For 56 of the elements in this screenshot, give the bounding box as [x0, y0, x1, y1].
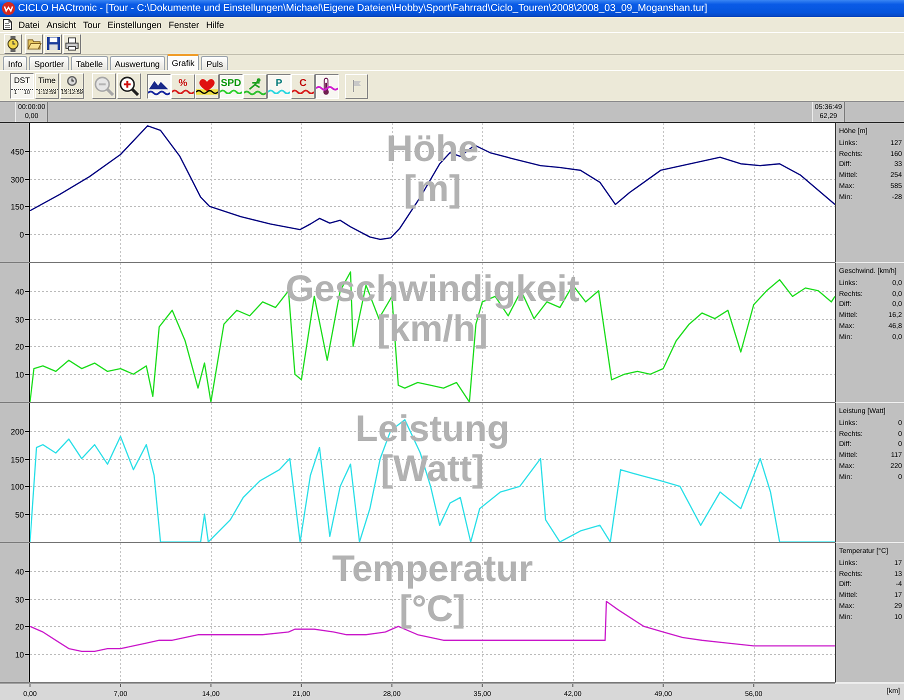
- y-tick-label: 50: [15, 510, 24, 520]
- menu-item[interactable]: Einstellungen: [104, 20, 166, 30]
- heart-icon: [196, 76, 218, 96]
- y-tick-label: 30: [15, 316, 24, 324]
- y-tick-label: 150: [10, 202, 24, 212]
- print-button[interactable]: [63, 34, 81, 54]
- thermometer-icon: [316, 76, 338, 96]
- y-tick-label: 40: [15, 288, 24, 296]
- zoom-in-icon: [119, 76, 139, 96]
- y-tick-label: 20: [15, 342, 24, 352]
- open-button[interactable]: [25, 34, 43, 54]
- tab[interactable]: Tabelle: [70, 56, 108, 70]
- menu-item[interactable]: Ansicht: [43, 20, 80, 30]
- y-tick-label: 10: [15, 370, 24, 380]
- chart-toggle-button[interactable]: [315, 74, 339, 98]
- wave-icon: [172, 89, 194, 94]
- document-icon: [3, 19, 12, 30]
- window-title: CICLO HACtronic - [Tour - C:\Dokumente und Einstellungen\Michael\Eigene Dateien\Hobby\Sport\Fahrrad\Ciclo_Touren\2008\2008_03_09_Moganshan.tur]: [18, 3, 708, 14]
- y-tick-label: 450: [10, 148, 24, 156]
- zoom-in-button[interactable]: [117, 73, 141, 99]
- y-tick-label: 150: [10, 456, 24, 464]
- chart-toggle-button[interactable]: %: [171, 74, 195, 98]
- y-tick-label: 200: [10, 428, 24, 436]
- menu-item[interactable]: Fenster: [165, 20, 203, 30]
- menu-item[interactable]: Tour: [80, 20, 104, 30]
- wave-icon: [292, 89, 314, 94]
- menu-item[interactable]: Hilfe: [202, 20, 228, 30]
- wave-icon: [220, 89, 242, 94]
- tab[interactable]: Puls: [201, 56, 228, 70]
- folder-icon: [26, 38, 42, 50]
- chart-toggle-button[interactable]: C: [291, 74, 315, 98]
- zoom-out-icon: [94, 76, 114, 96]
- printer-icon: [65, 36, 79, 50]
- menu-item[interactable]: Datei: [15, 20, 44, 30]
- tab[interactable]: Sportler: [29, 56, 69, 70]
- tab[interactable]: Auswertung: [110, 56, 165, 70]
- y-tick-label: 40: [15, 568, 24, 576]
- y-tick-label: 100: [10, 482, 24, 492]
- save-button[interactable]: [44, 34, 62, 54]
- chart-toggle-button[interactable]: P: [267, 74, 291, 98]
- chart-toggle-button[interactable]: [147, 74, 171, 98]
- chart-title: Temperatur [°C]: [332, 549, 533, 629]
- y-tick-label: 300: [10, 176, 24, 184]
- y-tick-label: 0: [20, 230, 24, 240]
- flag-icon: [352, 80, 362, 92]
- wave-icon: [268, 89, 290, 94]
- tab[interactable]: Info: [3, 56, 28, 70]
- tab[interactable]: Grafik: [166, 54, 200, 70]
- y-tick-label: 10: [15, 650, 24, 660]
- y-tick-label: 30: [15, 596, 24, 604]
- watch-icon: [7, 36, 19, 52]
- logo-icon: [2, 2, 15, 15]
- watch-button[interactable]: [4, 34, 22, 54]
- y-tick-label: 20: [15, 622, 24, 632]
- clock-icon: [67, 76, 77, 86]
- figure-icon: [244, 76, 266, 96]
